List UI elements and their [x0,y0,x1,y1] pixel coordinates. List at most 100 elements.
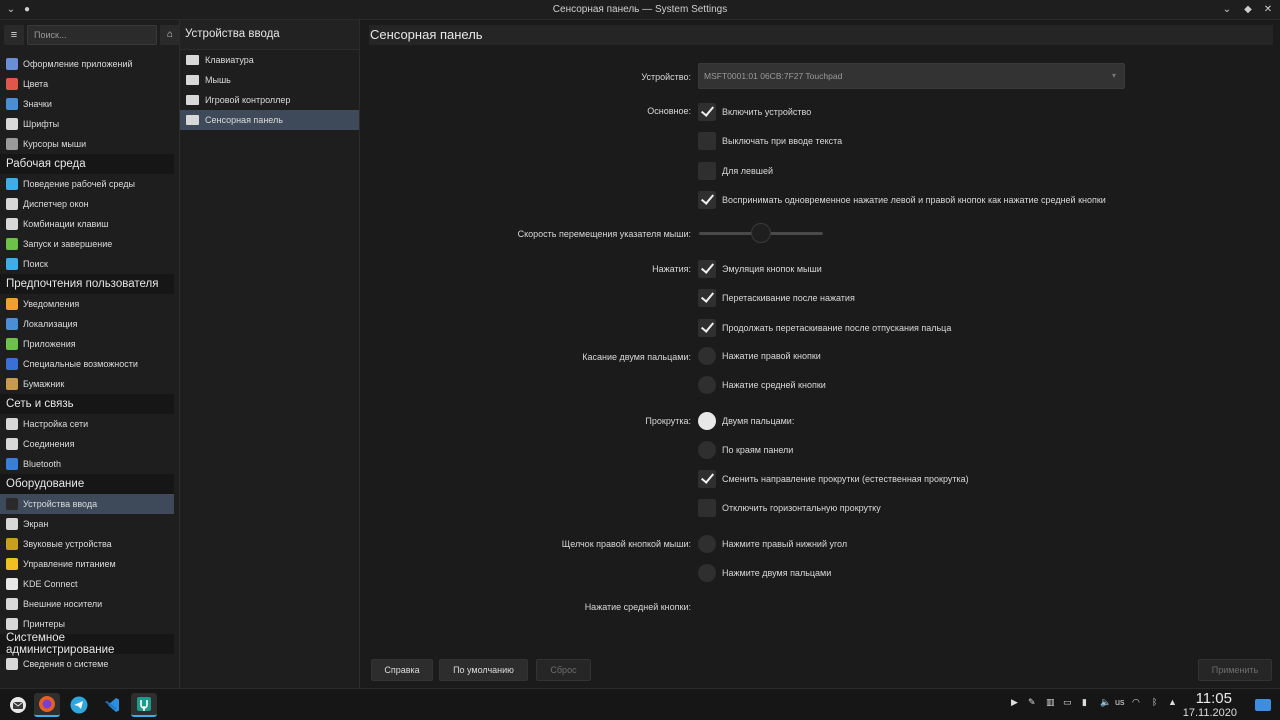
radio-option[interactable]: Нажатие правой кнопки [698,346,821,366]
radio-button[interactable] [698,564,716,583]
radio-option[interactable]: Нажмите правый нижний угол [698,534,847,554]
subcategory-item[interactable]: Мышь [180,70,359,90]
checkbox[interactable] [698,103,716,121]
sidebar-search-input[interactable] [27,25,157,45]
vscode-icon[interactable] [99,693,125,717]
checkbox-option[interactable]: Воспринимать одновременное нажатие левой… [698,190,1106,210]
keyboard-layout-indicator[interactable]: us [1115,697,1125,707]
sidebar-item[interactable]: Специальные возможности [0,354,174,374]
sidebar-item[interactable]: Комбинации клавиш [0,214,174,234]
defaults-button[interactable]: По умолчанию [439,659,528,681]
sidebar-item[interactable]: Сведения о системе [0,654,174,674]
checkbox-option[interactable]: Для левшей [698,161,773,181]
radio-option[interactable]: По краям панели [698,440,793,460]
checkbox-option[interactable]: Включить устройство [698,102,811,122]
checkbox-option[interactable]: Выключать при вводе текста [698,131,842,151]
shortcuts-icon [6,218,18,230]
subcategory-item[interactable]: Сенсорная панель [180,110,359,130]
sidebar-item[interactable]: Шрифты [0,114,174,134]
subcategory-panel: Устройства ввода Клавиатура Мышь Игровой к… [180,20,360,688]
notes-icon[interactable]: ▮ [1082,697,1087,708]
radio-option[interactable]: Нажатие средней кнопки [698,375,826,395]
radio-button[interactable] [698,412,716,430]
radio-option[interactable]: Нажмите двумя пальцами [698,563,831,583]
checkbox[interactable] [698,190,716,209]
middle-click-label: Нажатие средней кнопки: [584,602,691,612]
radio-button[interactable] [698,535,716,553]
clock-date[interactable]: 17.11.2020 [1183,707,1237,719]
sidebar-item[interactable]: Устройства ввода [0,494,174,514]
checkbox[interactable] [698,470,716,488]
pointer-speed-slider[interactable] [699,223,823,243]
clipboard-icon[interactable]: ✎ [1028,697,1036,708]
home-icon[interactable]: ⌂ [160,25,180,45]
checkbox-option[interactable]: Отключить горизонтальную прокрутку [698,498,881,518]
sidebar-item[interactable]: Оформление приложений [0,54,174,74]
sidebar-item[interactable]: Соединения [0,434,174,454]
sidebar-item[interactable]: Поиск [0,254,174,274]
checkbox-option[interactable]: Продолжать перетаскивание после отпускан… [698,318,951,338]
sidebar-item[interactable]: Диспетчер окон [0,194,174,214]
radio-button[interactable] [698,441,716,460]
app-launcher-icon[interactable] [5,693,31,717]
audio-icon[interactable]: 🔈 [1100,697,1111,708]
sidebar-item[interactable]: Звуковые устройства [0,534,174,554]
sidebar-item[interactable]: Бумажник [0,374,174,394]
sidebar-item[interactable]: Управление питанием [0,554,174,574]
sidebar-item[interactable]: Экран [0,514,174,534]
sidebar-item[interactable]: Поведение рабочей среды [0,174,174,194]
checkbox[interactable] [698,161,716,180]
show-desktop-icon[interactable] [1251,694,1275,716]
sidebar-item-label: Специальные возможности [23,359,138,369]
media-player-icon[interactable]: ▶ [1011,697,1018,708]
telegram-icon[interactable] [66,693,92,717]
checkbox[interactable] [698,499,716,518]
device-select[interactable]: MSFT0001:01 06CB:7F27 Touchpad ▾ [698,63,1125,89]
subcategory-item-label: Сенсорная панель [205,115,283,125]
sidebar-item[interactable]: Bluetooth [0,454,174,474]
system-settings-icon[interactable] [131,693,157,717]
help-button[interactable]: Справка [371,659,433,681]
sidebar-item[interactable]: Приложения [0,334,174,354]
sidebar-item[interactable]: KDE Connect [0,574,174,594]
checkbox-option[interactable]: Эмуляция кнопок мыши [698,259,822,279]
slider-handle[interactable] [751,223,771,243]
close-icon[interactable]: ✕ [1261,3,1275,17]
checkbox[interactable] [698,318,716,337]
colors-icon [6,78,18,90]
clock-time[interactable]: 11:05 [1196,690,1232,707]
sidebar-item[interactable]: Цвета [0,74,174,94]
radio-button[interactable] [698,376,716,395]
show-hidden-icons-icon[interactable]: ▲ [1168,697,1177,707]
battery-icon[interactable]: ▭ [1063,697,1072,708]
sidebar-item[interactable]: Уведомления [0,294,174,314]
checkbox[interactable] [698,260,716,278]
sidebar-category: Предпочтения пользователя [0,274,174,294]
reset-button[interactable]: Сброс [536,659,591,681]
firefox-icon[interactable] [34,693,60,717]
sidebar-item[interactable]: Принтеры [0,614,174,634]
bluetooth-tray-icon[interactable]: ᛒ [1152,697,1157,707]
kdeconnect-tray-icon[interactable]: ▥ [1046,697,1055,708]
subcategory-item[interactable]: Игровой контроллер [180,90,359,110]
sidebar-item[interactable]: Внешние носители [0,594,174,614]
minimize-icon[interactable]: ⌄ [1220,3,1234,17]
wifi-icon[interactable]: ◠ [1132,697,1140,708]
accessibility-icon [6,358,18,370]
sidebar-item[interactable]: Курсоры мыши [0,134,174,154]
checkbox[interactable] [698,289,716,308]
hamburger-menu-icon[interactable]: ≡ [4,25,24,45]
sidebar-item[interactable]: Значки [0,94,174,114]
checkbox-option[interactable]: Перетаскивание после нажатия [698,288,855,308]
sidebar-item[interactable]: Настройка сети [0,414,174,434]
maximize-icon[interactable]: ◆ [1241,3,1255,17]
checkbox[interactable] [698,132,716,151]
sidebar-item-label: Запуск и завершение [23,239,113,249]
sidebar-item[interactable]: Локализация [0,314,174,334]
radio-button[interactable] [698,347,716,365]
sidebar-item[interactable]: Запуск и завершение [0,234,174,254]
radio-option[interactable]: Двумя пальцами: [698,411,794,431]
subcategory-item[interactable]: Клавиатура [180,50,359,70]
checkbox-option[interactable]: Сменить направление прокрутки (естествен… [698,469,969,489]
apply-button[interactable]: Применить [1198,659,1272,681]
